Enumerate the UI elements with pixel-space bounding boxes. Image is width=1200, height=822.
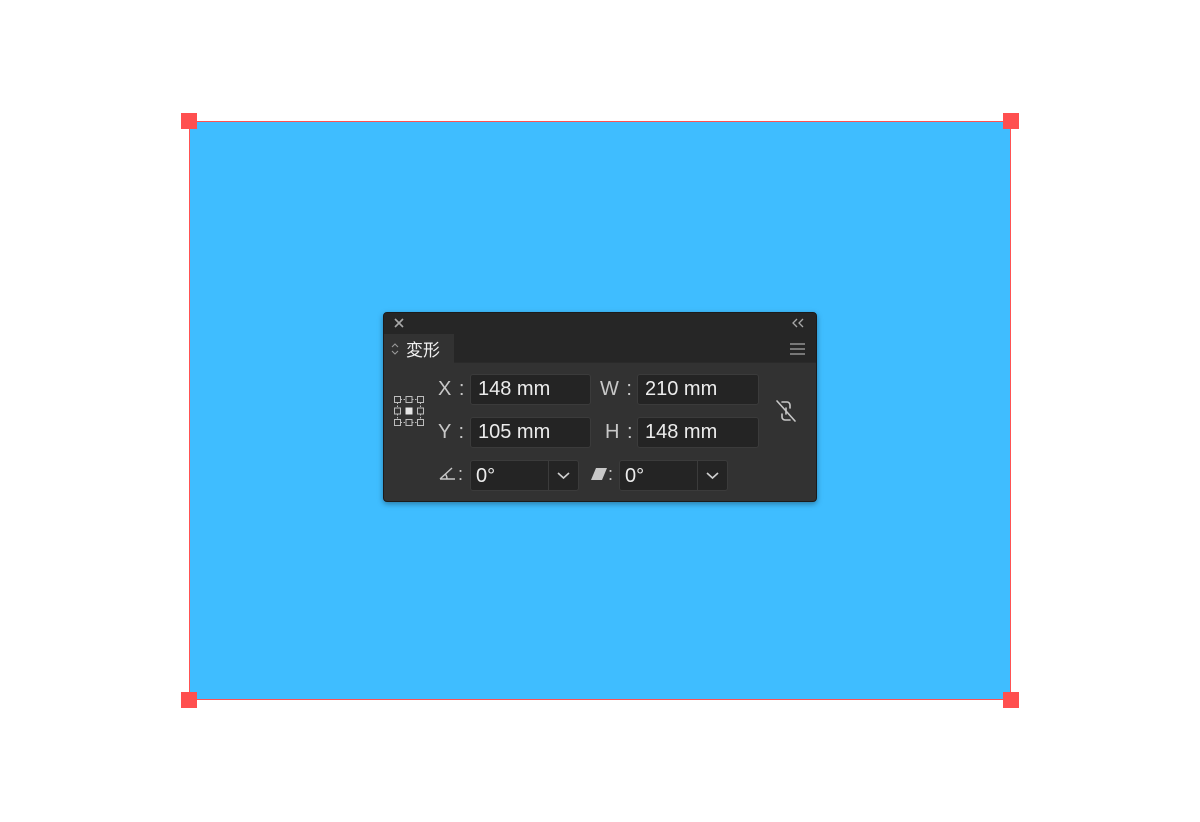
shear-icon <box>590 466 610 482</box>
hamburger-menu-icon[interactable] <box>789 342 806 356</box>
double-chevron-left-icon[interactable] <box>790 316 806 330</box>
unlinked-proportions-icon[interactable] <box>772 397 800 425</box>
chevron-down-icon[interactable] <box>698 461 727 490</box>
selection-handle-bottom-right[interactable] <box>1003 692 1019 708</box>
canvas: 変形 X: 148 mm W: 210 mm Y: 105 mm H: … <box>0 0 1200 822</box>
chevron-down-icon[interactable] <box>549 461 578 490</box>
selection-handle-top-left[interactable] <box>181 113 197 129</box>
panel-titlebar[interactable] <box>384 313 816 334</box>
rotate-combobox[interactable]: 0° <box>470 460 579 491</box>
shear-combobox[interactable]: 0° <box>619 460 728 491</box>
x-label: X : <box>438 378 466 400</box>
selection-handle-bottom-left[interactable] <box>181 692 197 708</box>
shear-label: : <box>608 464 615 484</box>
height-input[interactable]: 148 mm <box>637 417 759 448</box>
width-input[interactable]: 210 mm <box>637 374 759 405</box>
panel-tabbar: 変形 <box>384 334 816 363</box>
x-position-input[interactable]: 148 mm <box>470 374 591 405</box>
rotate-label: : <box>458 464 465 484</box>
h-label: H : <box>605 421 634 443</box>
y-label: Y : <box>438 421 466 443</box>
rotate-input[interactable]: 0° <box>471 461 549 490</box>
shear-input[interactable]: 0° <box>620 461 698 490</box>
tab-transform[interactable]: 変形 <box>384 334 454 363</box>
tab-label: 変形 <box>406 341 440 361</box>
selection-handle-top-right[interactable] <box>1003 113 1019 129</box>
rotate-angle-icon <box>438 465 458 481</box>
close-icon[interactable] <box>392 316 406 330</box>
sort-arrows-icon <box>389 341 401 357</box>
transform-panel: 変形 X: 148 mm W: 210 mm Y: 105 mm H: … <box>383 312 817 502</box>
w-label: W : <box>600 378 633 400</box>
reference-point-grid-icon[interactable] <box>393 395 425 427</box>
y-position-input[interactable]: 105 mm <box>470 417 591 448</box>
